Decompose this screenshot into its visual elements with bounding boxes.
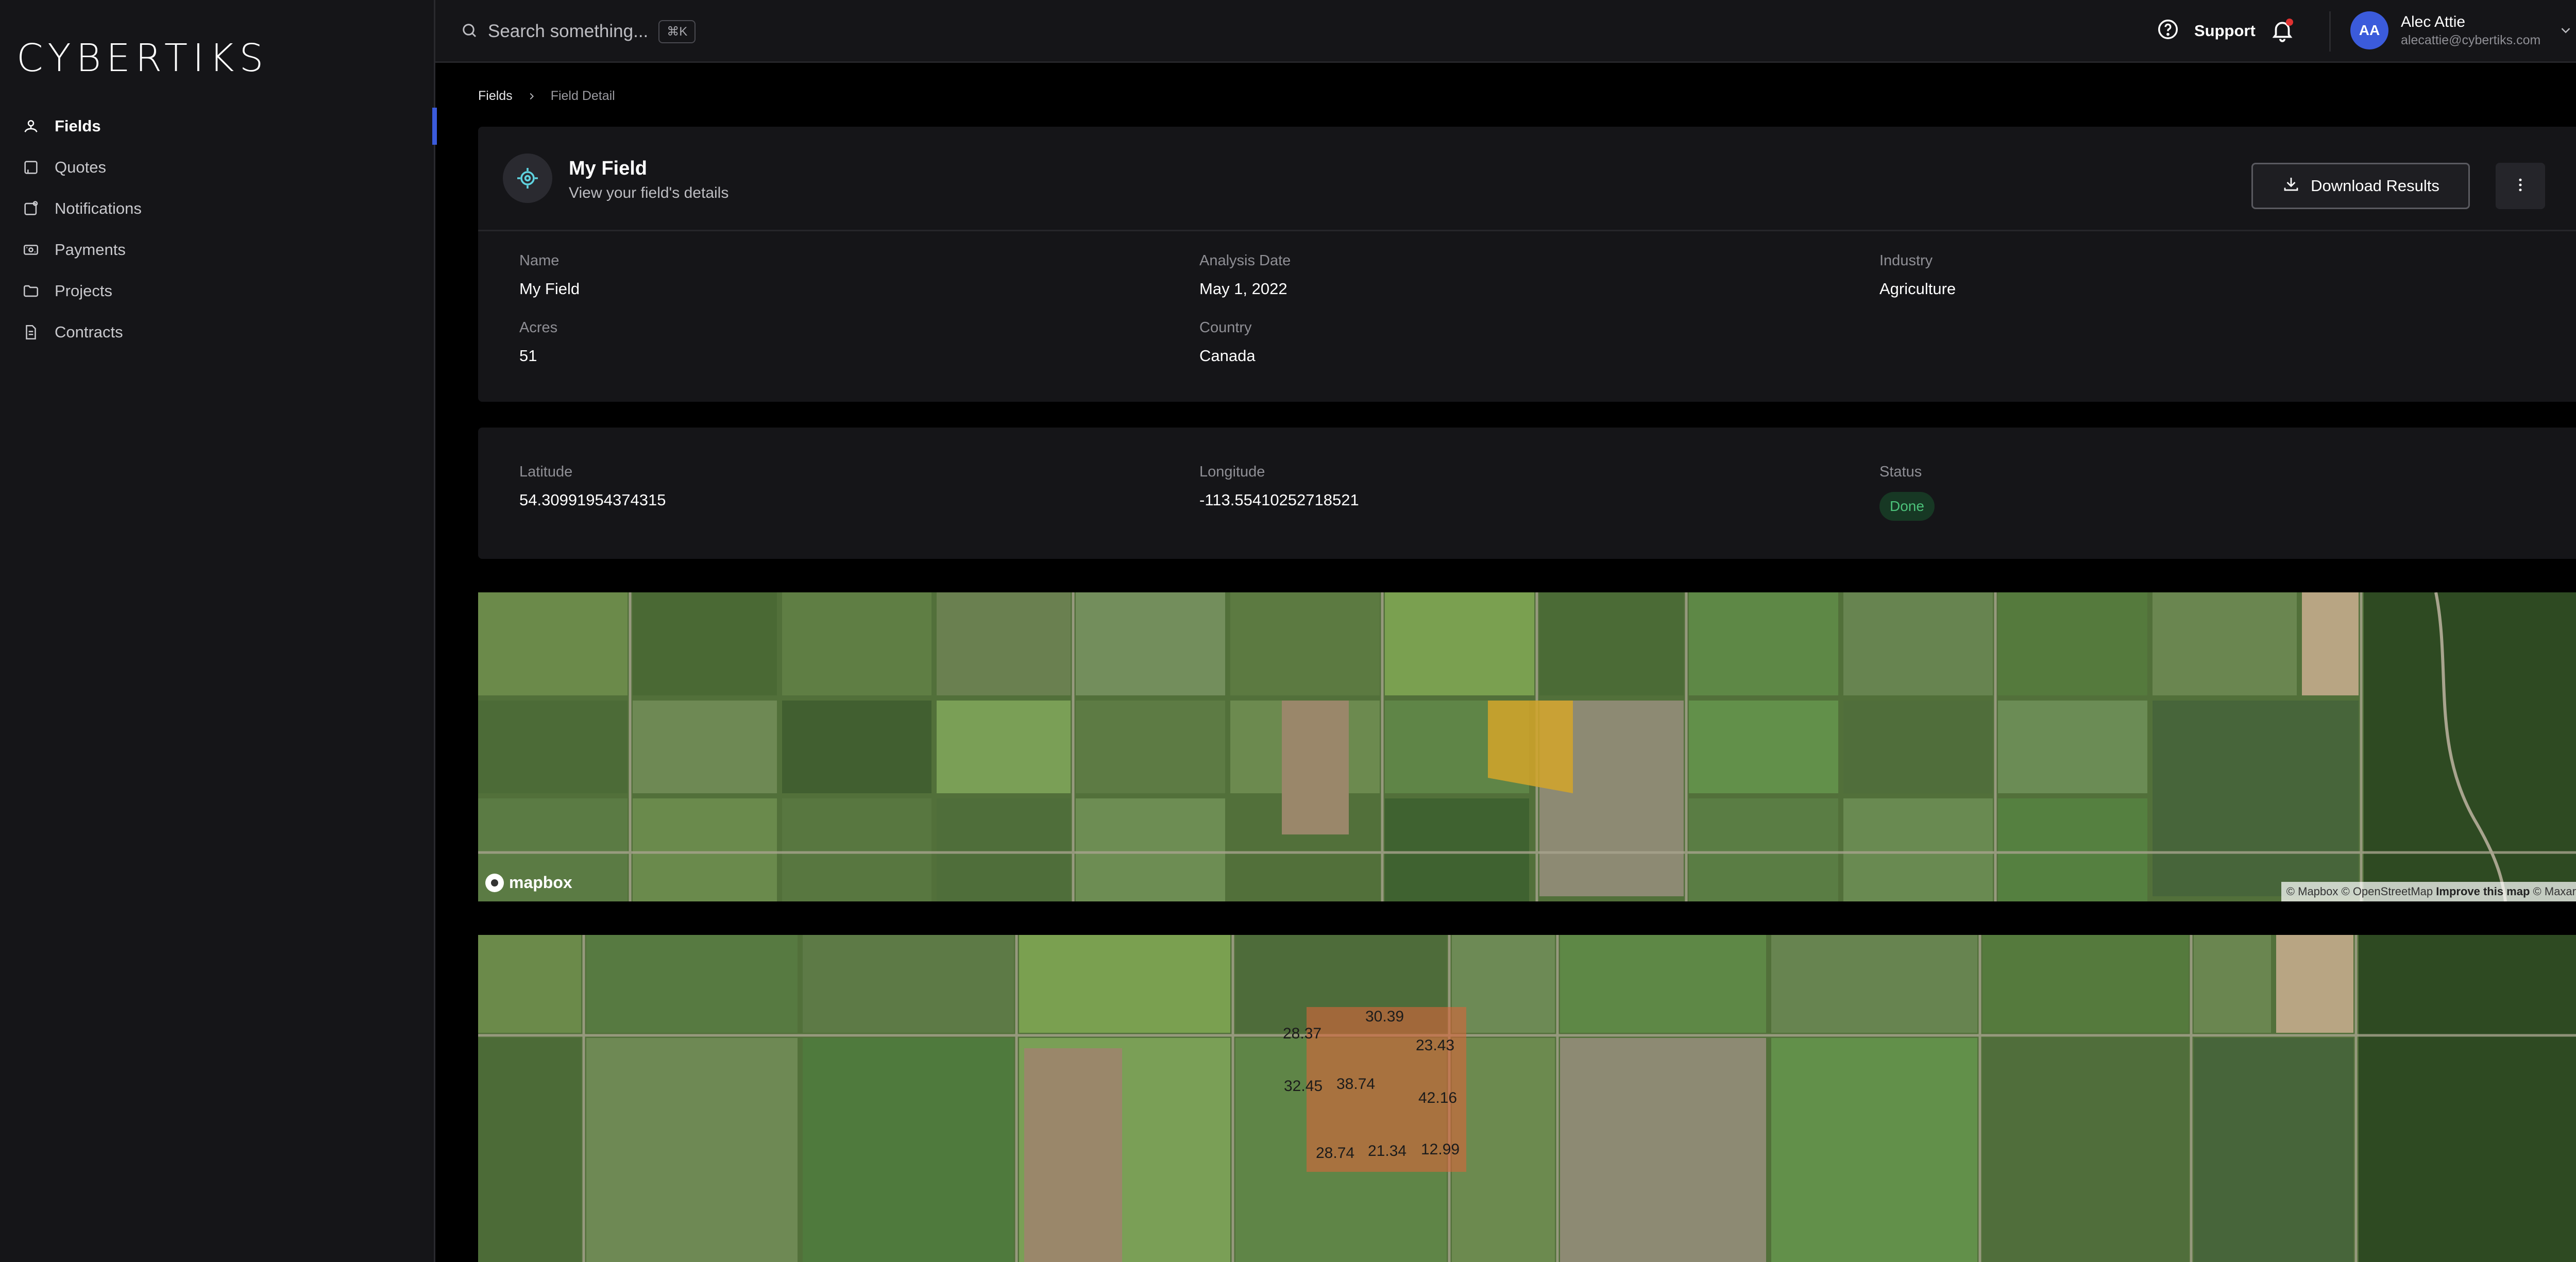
analysis-date-value: May 1, 2022 <box>1199 280 1287 298</box>
location-card: Latitude 54.30991954374315 Longitude -11… <box>478 428 2576 559</box>
projects-icon <box>22 282 40 300</box>
satellite-map[interactable]: mapbox © Mapbox © OpenStreetMap Improve … <box>478 592 2576 901</box>
more-options-button[interactable] <box>2496 163 2545 209</box>
mapbox-icon <box>485 873 504 892</box>
download-label: Download Results <box>2311 177 2439 195</box>
field-details-card: My Field View your field's details Downl… <box>478 127 2576 402</box>
notifications-icon <box>22 199 40 218</box>
attribution-text: © Mapbox © OpenStreetMap <box>2286 885 2433 898</box>
country-value: Canada <box>1199 347 1256 365</box>
heatmap-imagery <box>478 935 2576 1262</box>
acres-label: Acres <box>519 319 558 336</box>
sidebar-item-contracts[interactable]: Contracts <box>0 312 435 353</box>
page-subtitle: View your field's details <box>569 184 729 201</box>
sidebar: CYBERTIKS Fields Quotes Notifications Pa… <box>0 0 437 1262</box>
latitude-value: 54.30991954374315 <box>519 491 666 509</box>
heatmap-value: 42.16 <box>1418 1089 1458 1106</box>
heatmap-value: 30.39 <box>1365 1008 1404 1025</box>
latitude-field: Latitude 54.30991954374315 <box>519 464 666 509</box>
quotes-icon <box>22 158 40 177</box>
user-info: Alec Attie alecattie@cybertiks.com <box>2401 13 2540 48</box>
longitude-label: Longitude <box>1199 464 1265 480</box>
heatmap-value: 23.43 <box>1416 1037 1455 1054</box>
industry-label: Industry <box>1879 252 1933 269</box>
heatmap-value: 12.99 <box>1421 1141 1460 1158</box>
name-value: My Field <box>519 280 580 298</box>
sidebar-item-label: Contracts <box>55 323 123 341</box>
sidebar-item-label: Projects <box>55 282 112 300</box>
topbar: Search something... ⌘K Support AA Alec A… <box>435 0 2576 63</box>
user-menu[interactable]: AA Alec Attie alecattie@cybertiks.com <box>2350 11 2573 49</box>
search-input[interactable]: Search something... <box>488 21 648 42</box>
contracts-icon <box>22 323 40 342</box>
chevron-down-icon <box>2558 23 2573 38</box>
more-vertical-icon <box>2511 176 2530 197</box>
download-icon <box>2282 175 2311 197</box>
heatmap-value: 38.74 <box>1336 1076 1376 1093</box>
map-attribution: © Mapbox © OpenStreetMap Improve this ma… <box>2281 882 2576 901</box>
sidebar-item-label: Payments <box>55 241 126 259</box>
search-icon <box>460 21 479 42</box>
download-results-button[interactable]: Download Results <box>2251 163 2470 209</box>
brand-name: CYBERTIKS <box>16 36 269 80</box>
sidebar-item-quotes[interactable]: Quotes <box>0 147 435 188</box>
heatmap-value: 21.34 <box>1368 1142 1407 1159</box>
topbar-divider <box>2329 11 2331 52</box>
sidebar-item-label: Notifications <box>55 199 142 217</box>
name-field: Name My Field <box>519 252 580 298</box>
support-button[interactable]: Support <box>2156 18 2256 44</box>
heatmap-value: 32.45 <box>1284 1078 1323 1095</box>
longitude-value: -113.55410252718521 <box>1199 491 1359 509</box>
sidebar-item-label: Quotes <box>55 158 106 176</box>
fields-icon <box>22 117 40 135</box>
heatmap-map[interactable]: 30.39 28.37 23.43 32.45 38.74 42.16 28.7… <box>478 935 2576 1262</box>
name-label: Name <box>519 252 560 269</box>
payments-icon <box>22 241 40 259</box>
notification-dot <box>2286 19 2293 26</box>
acres-field: Acres 51 <box>519 319 557 365</box>
sidebar-item-projects[interactable]: Projects <box>0 270 435 312</box>
status-field: Status Done <box>1879 464 1935 521</box>
map-imagery <box>478 592 2576 901</box>
breadcrumb-current: Field Detail <box>550 89 615 103</box>
bell-icon <box>2269 22 2295 45</box>
help-icon <box>2156 18 2180 44</box>
industry-field: Industry Agriculture <box>1879 252 1956 298</box>
chevron-right-icon <box>526 91 537 102</box>
heatmap-value: 28.37 <box>1283 1025 1322 1042</box>
analysis-date-label: Analysis Date <box>1199 252 1291 269</box>
acres-value: 51 <box>519 347 537 365</box>
sidebar-item-notifications[interactable]: Notifications <box>0 188 435 229</box>
user-email: alecattie@cybertiks.com <box>2401 32 2541 47</box>
status-badge: Done <box>1879 492 1935 521</box>
target-icon <box>503 154 552 203</box>
notifications-button[interactable] <box>2269 18 2295 43</box>
analysis-date-field: Analysis Date May 1, 2022 <box>1199 252 1291 298</box>
page-title: My Field <box>569 158 648 179</box>
support-label: Support <box>2194 21 2256 40</box>
brand-logo[interactable]: CYBERTIKS <box>16 36 268 80</box>
mapbox-logo[interactable]: mapbox <box>485 873 572 892</box>
sidebar-item-label: Fields <box>55 117 101 135</box>
user-name: Alec Attie <box>2401 13 2466 30</box>
longitude-field: Longitude -113.55410252718521 <box>1199 464 1359 509</box>
mapbox-logo-text: mapbox <box>509 873 572 892</box>
field-header: My Field View your field's details Downl… <box>478 127 2576 231</box>
country-label: Country <box>1199 319 1252 336</box>
latitude-label: Latitude <box>519 464 573 480</box>
heatmap-value: 28.74 <box>1316 1145 1355 1162</box>
attribution-maxar: © Maxar <box>2533 885 2576 898</box>
search-shortcut: ⌘K <box>658 20 696 43</box>
search-bar[interactable]: Search something... ⌘K <box>460 15 696 47</box>
avatar: AA <box>2350 11 2388 49</box>
sidebar-item-payments[interactable]: Payments <box>0 229 435 270</box>
sidebar-item-fields[interactable]: Fields <box>0 106 437 147</box>
breadcrumb-fields[interactable]: Fields <box>478 89 513 104</box>
sidebar-nav: Fields Quotes Notifications Payments Pro… <box>0 106 437 353</box>
country-field: Country Canada <box>1199 319 1256 365</box>
improve-map-link[interactable]: Improve this map <box>2436 885 2530 898</box>
breadcrumb: Fields Field Detail <box>478 89 615 104</box>
status-label: Status <box>1879 464 1922 480</box>
industry-value: Agriculture <box>1879 280 1956 298</box>
